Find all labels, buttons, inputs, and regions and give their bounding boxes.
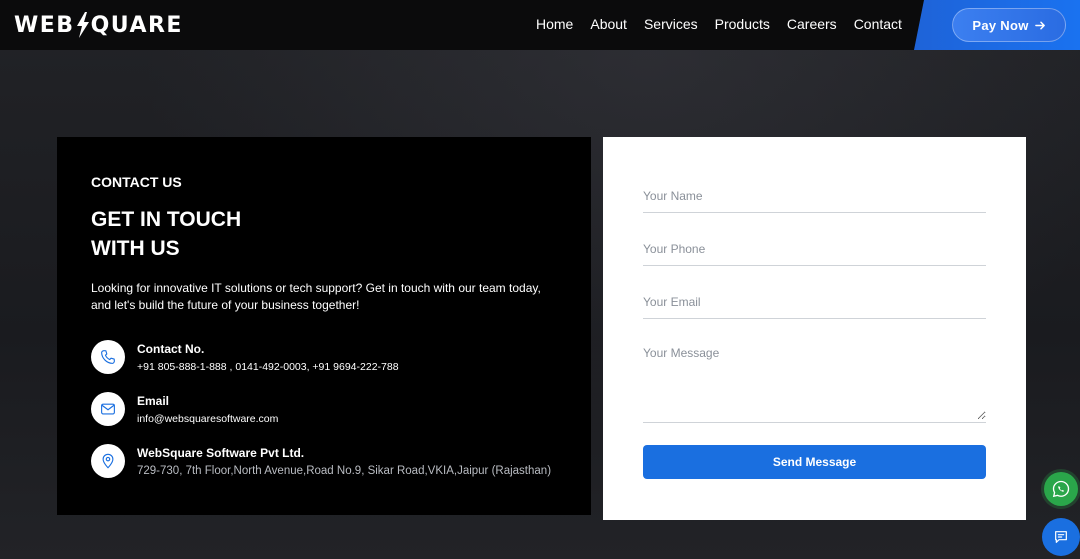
contact-info-card: CONTACT US GET IN TOUCH WITH US Looking … — [57, 137, 591, 515]
contact-headline: GET IN TOUCH WITH US — [91, 205, 391, 263]
email-value[interactable]: info@websquaresoftware.com — [137, 413, 278, 425]
phone-input[interactable] — [643, 242, 986, 256]
name-field-wrapper — [643, 187, 986, 213]
site-logo[interactable]: WEB QUARE — [14, 10, 183, 40]
phone-icon — [91, 340, 125, 374]
contact-eyebrow: CONTACT US — [91, 174, 182, 190]
nav-products[interactable]: Products — [715, 16, 770, 32]
nav-services[interactable]: Services — [644, 16, 698, 32]
whatsapp-icon — [1052, 480, 1070, 498]
phone-title: Contact No. — [137, 342, 205, 356]
main-nav: Home About Services Products Careers Con… — [536, 16, 919, 32]
email-input[interactable] — [643, 295, 986, 309]
headline-line-1: GET IN TOUCH — [91, 208, 242, 231]
logo-text-right: QUARE — [90, 12, 183, 38]
phone-field-wrapper — [643, 240, 986, 266]
logo-text-left: WEB — [14, 12, 75, 38]
bolt-icon — [76, 12, 89, 38]
message-field-wrapper — [643, 346, 986, 423]
headline-line-2: WITH US — [91, 237, 180, 260]
address-value: 729-730, 7th Floor,North Avenue,Road No.… — [137, 465, 552, 477]
nav-contact[interactable]: Contact — [854, 16, 902, 32]
message-textarea[interactable] — [643, 346, 986, 420]
contact-form: Send Message — [603, 137, 1026, 520]
email-title: Email — [137, 394, 170, 408]
chat-icon — [1055, 531, 1067, 543]
pay-now-panel: Pay Now — [914, 0, 1080, 50]
whatsapp-button[interactable] — [1044, 472, 1078, 506]
phone-value[interactable]: +91 805-888-1-888 , 0141-492-0003, +91 9… — [137, 361, 399, 373]
contact-intro: Looking for innovative IT solutions or t… — [91, 281, 541, 312]
nav-careers[interactable]: Careers — [787, 16, 837, 32]
mail-icon — [91, 392, 125, 426]
pay-now-label: Pay Now — [972, 17, 1029, 33]
site-header: WEB QUARE Home About Services Products C… — [0, 0, 1080, 50]
nav-about[interactable]: About — [590, 16, 627, 32]
address-info: WebSquare Software Pvt Ltd. 729-730, 7th… — [91, 444, 551, 478]
pay-now-button[interactable]: Pay Now — [952, 8, 1066, 42]
chat-button[interactable] — [1042, 518, 1080, 556]
name-input[interactable] — [643, 189, 986, 203]
email-field-wrapper — [643, 293, 986, 319]
nav-home[interactable]: Home — [536, 16, 573, 32]
address-title: WebSquare Software Pvt Ltd. — [137, 446, 305, 460]
arrow-right-icon — [1034, 21, 1045, 29]
phone-info: Contact No. +91 805-888-1-888 , 0141-492… — [91, 340, 399, 374]
email-info: Email info@websquaresoftware.com — [91, 392, 278, 426]
send-message-button[interactable]: Send Message — [643, 445, 986, 479]
location-icon — [91, 444, 125, 478]
